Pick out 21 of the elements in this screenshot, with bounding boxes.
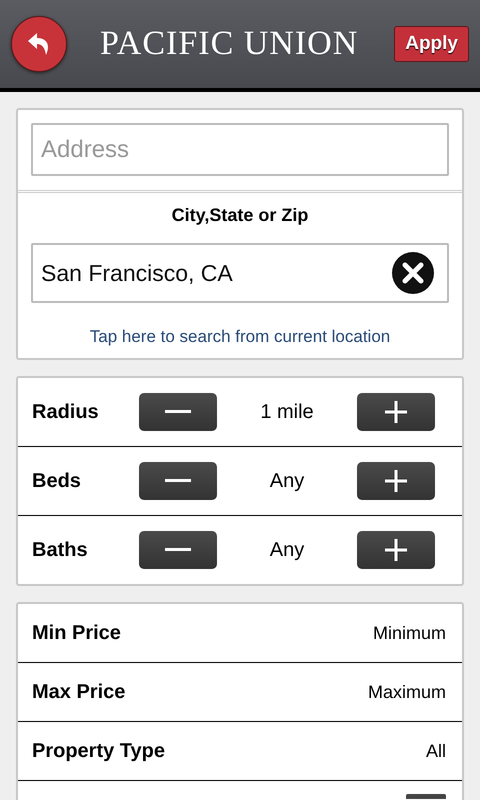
logo-text: PACIFIC UNION xyxy=(100,25,360,63)
option-row[interactable]: Max Price Maximum xyxy=(18,662,462,721)
option-label: Property Type xyxy=(32,738,165,764)
stepper-value: Any xyxy=(268,470,306,492)
option-label: Max Price xyxy=(32,680,126,704)
stepper-value: Any xyxy=(268,538,306,562)
stepper-label: Baths xyxy=(32,538,89,562)
city-field[interactable]: San Francisco, CA xyxy=(31,243,449,303)
city-label: City,State or Zip xyxy=(172,205,308,226)
current-location-link[interactable]: Tap here to search from current location xyxy=(90,327,390,347)
option-value: Minimum xyxy=(372,622,446,644)
option-value: All xyxy=(426,740,446,762)
stepper-label: Beds xyxy=(32,468,82,494)
option-value: Maximum xyxy=(368,682,446,702)
address-field[interactable]: Address xyxy=(31,123,449,176)
apply-button[interactable]: Apply xyxy=(394,26,469,62)
stepper-value: 1 mile xyxy=(259,400,315,424)
option-label: Min Price xyxy=(32,620,122,646)
stepper-label: Radius xyxy=(32,400,100,424)
option-row[interactable]: Min Price Minimum xyxy=(18,604,462,662)
option-row[interactable]: Property Type All xyxy=(18,721,462,780)
